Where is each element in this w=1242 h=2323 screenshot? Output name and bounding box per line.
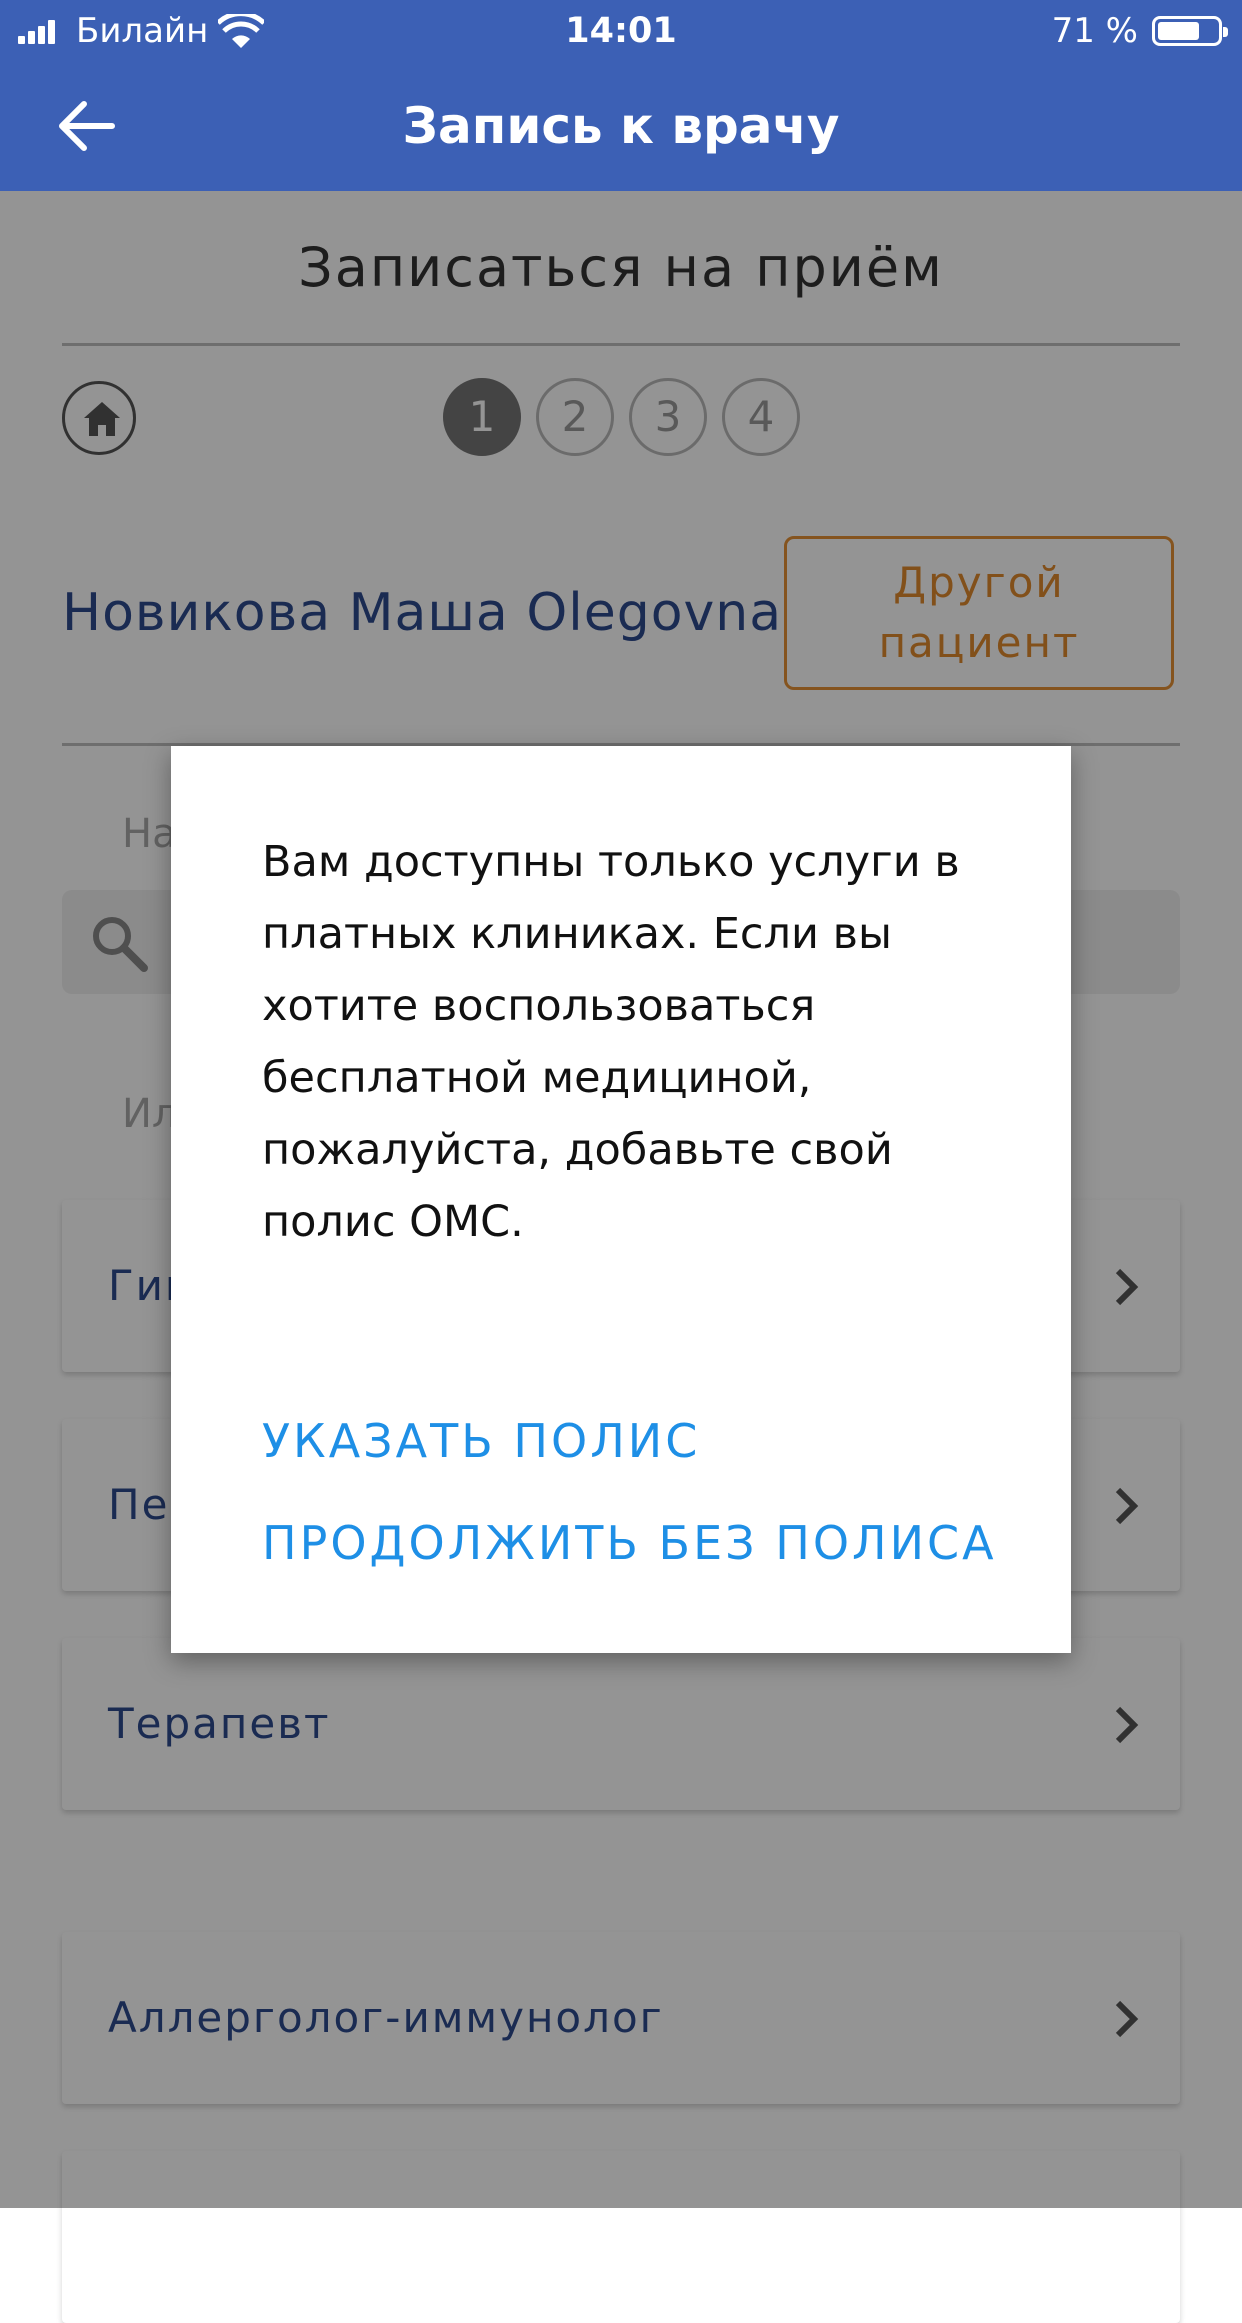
app-bar: Билайн 14:01 71 % Запись к врачу bbox=[0, 0, 1242, 191]
dialog-message-line: бесплатной медициной, bbox=[262, 1053, 812, 1103]
policy-dialog: Вам доступны только услуги в платных кли… bbox=[171, 746, 1071, 1653]
dialog-message: Вам доступны только услуги в платных кли… bbox=[262, 826, 1002, 1258]
battery-icon bbox=[1152, 16, 1228, 46]
dialog-message-line: платных клиниках. Если вы bbox=[262, 909, 892, 959]
dialog-message-line: полис ОМС. bbox=[262, 1197, 524, 1247]
page-title: Запись к врачу bbox=[402, 97, 840, 155]
specify-policy-button[interactable]: УКАЗАТЬ ПОЛИС bbox=[262, 1411, 700, 1471]
battery-percent: 71 % bbox=[1051, 11, 1138, 51]
dialog-message-line: пожалуйста, добавьте свой bbox=[262, 1125, 893, 1175]
dialog-message-line: хотите воспользоваться bbox=[262, 981, 816, 1031]
continue-without-policy-button[interactable]: ПРОДОЛЖИТЬ БЕЗ ПОЛИСА bbox=[262, 1513, 997, 1573]
status-bar: Билайн 14:01 71 % bbox=[0, 0, 1242, 62]
dialog-message-line: Вам доступны только услуги в bbox=[262, 837, 960, 887]
